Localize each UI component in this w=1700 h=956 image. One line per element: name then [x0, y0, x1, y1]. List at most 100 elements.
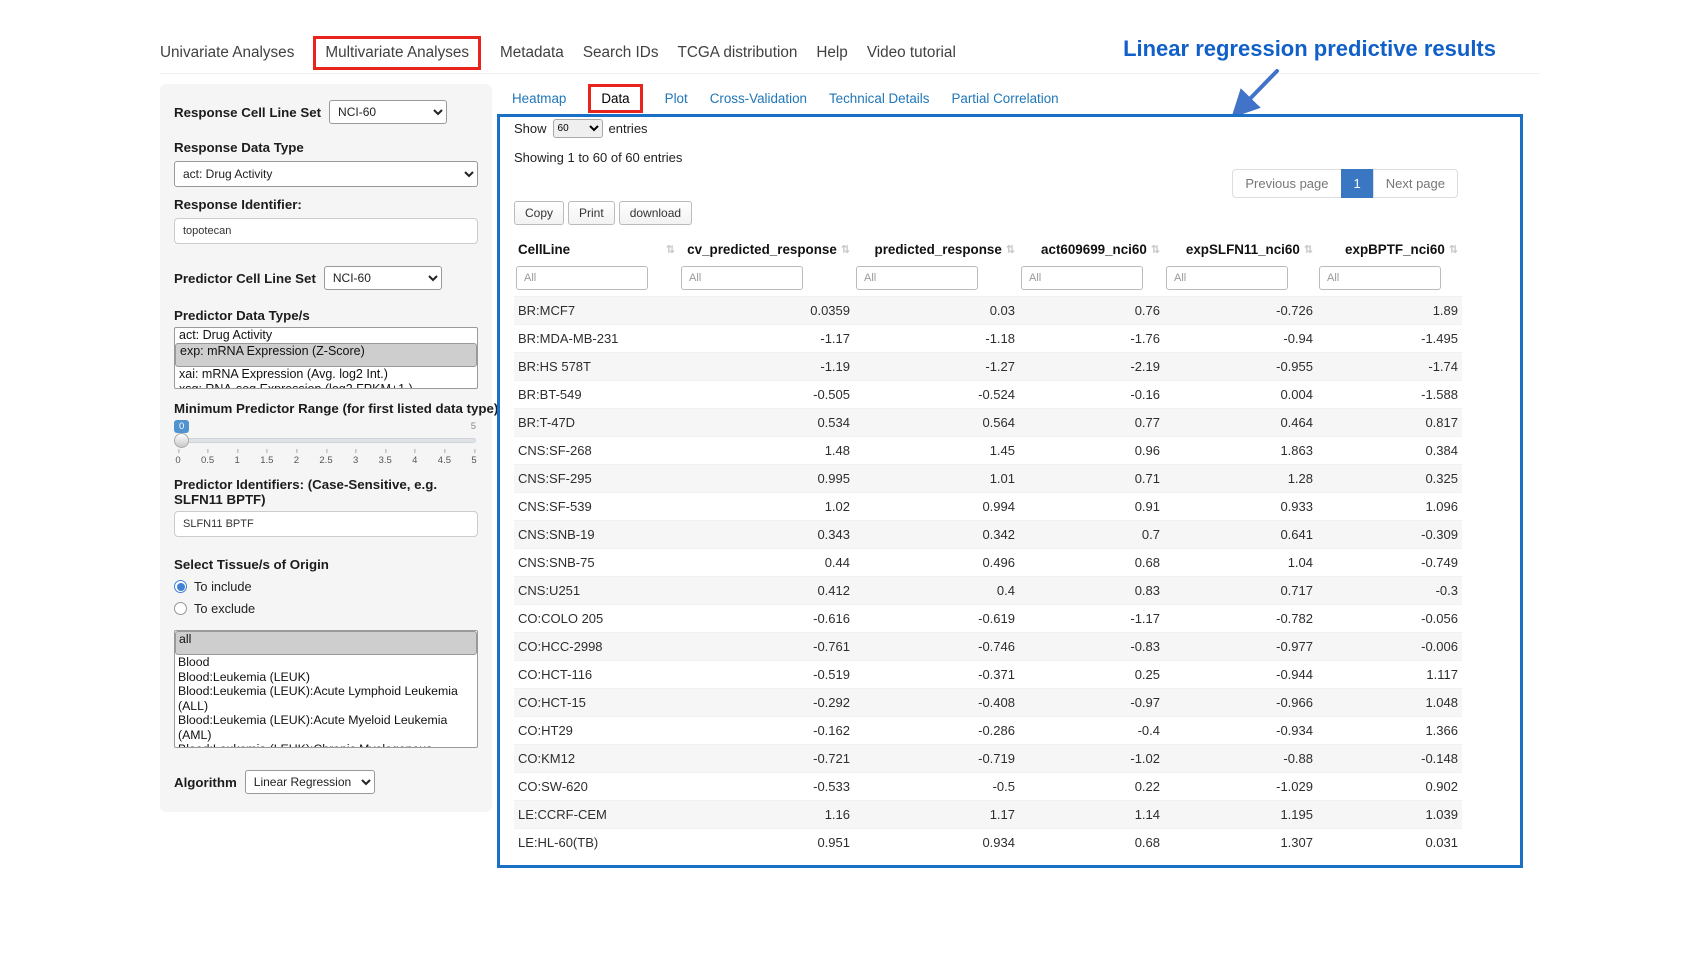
value-cell: 0.995 [679, 465, 854, 493]
value-cell: -0.966 [1164, 689, 1317, 717]
export-buttons: Copy Print download [514, 201, 1506, 225]
tissue-exclude-option[interactable]: To exclude [174, 601, 478, 616]
listbox-option-blood[interactable]: Blood [175, 655, 477, 670]
listbox-option-exp-mrna-expression-z-score[interactable]: exp: mRNA Expression (Z-Score) [175, 343, 477, 367]
algorithm-select[interactable]: Linear Regression [245, 770, 375, 794]
value-cell: -1.17 [1019, 605, 1164, 633]
nav-item-univariate-analyses[interactable]: Univariate Analyses [160, 44, 294, 62]
tab-heatmap[interactable]: Heatmap [512, 91, 566, 106]
tab-cross-validation[interactable]: Cross-Validation [710, 91, 807, 106]
value-cell: -0.616 [679, 605, 854, 633]
sort-icon[interactable]: ⇅ [1151, 243, 1160, 256]
filter-cell [1317, 264, 1462, 297]
column-filter-predicted-response[interactable] [856, 266, 978, 290]
previous-page-button[interactable]: Previous page [1232, 169, 1341, 198]
column-header-act609699-nci60[interactable]: act609699_nci60 ⇅ [1019, 235, 1164, 264]
predictor-cell-line-set-select[interactable]: NCI-60 [324, 266, 442, 290]
download-button[interactable]: download [619, 201, 692, 225]
value-cell: -0.3 [1317, 577, 1462, 605]
column-header-cellline[interactable]: CellLine⇅ [514, 235, 679, 264]
print-button[interactable]: Print [568, 201, 615, 225]
column-filter-act609699-nci60[interactable] [1021, 266, 1143, 290]
slider-handle[interactable] [174, 433, 189, 448]
value-cell: 1.048 [1317, 689, 1462, 717]
value-cell: -0.944 [1164, 661, 1317, 689]
sort-icon[interactable]: ⇅ [666, 243, 675, 256]
listbox-option-act-drug-activity[interactable]: act: Drug Activity [175, 328, 477, 343]
column-filter-cv-predicted-response[interactable] [681, 266, 803, 290]
predictor-identifiers-input[interactable] [174, 511, 478, 537]
sort-icon[interactable]: ⇅ [1449, 243, 1458, 256]
page-number-button[interactable]: 1 [1341, 169, 1374, 198]
copy-button[interactable]: Copy [514, 201, 564, 225]
page-length-select[interactable]: 60 [553, 119, 603, 138]
sort-icon[interactable]: ⇅ [1304, 243, 1313, 256]
value-cell: -0.524 [854, 381, 1019, 409]
value-cell: 0.68 [1019, 829, 1164, 857]
column-header-expbptf-nci60[interactable]: expBPTF_nci60⇅ [1317, 235, 1462, 264]
value-cell: 0.412 [679, 577, 854, 605]
response-identifier-input[interactable] [174, 218, 478, 244]
value-cell: 0.004 [1164, 381, 1317, 409]
listbox-option-xai-mrna-expression-avg-log2-int[interactable]: xai: mRNA Expression (Avg. log2 Int.) [175, 367, 477, 382]
min-predictor-range-slider[interactable]: 0 5 00.511.522.533.544.55 [174, 420, 478, 465]
table-row: CNS:SNB-750.440.4960.681.04-0.749 [514, 549, 1462, 577]
table-row: CO:HCT-116-0.519-0.3710.25-0.9441.117 [514, 661, 1462, 689]
slider-track[interactable] [176, 438, 476, 443]
column-header-cv-predicted-response[interactable]: cv_predicted_response⇅ [679, 235, 854, 264]
next-page-button[interactable]: Next page [1373, 169, 1458, 198]
tab-plot[interactable]: Plot [665, 91, 688, 106]
value-cell: 0.71 [1019, 465, 1164, 493]
tab-technical-details[interactable]: Technical Details [829, 91, 929, 106]
value-cell: -0.309 [1317, 521, 1462, 549]
filter-cell [679, 264, 854, 297]
value-cell: 0.534 [679, 409, 854, 437]
nav-item-video-tutorial[interactable]: Video tutorial [867, 44, 956, 62]
table-row: BR:BT-549-0.505-0.524-0.160.004-1.588 [514, 381, 1462, 409]
listbox-option-all[interactable]: all [175, 631, 477, 655]
nav-item-search-ids[interactable]: Search IDs [583, 44, 659, 62]
include-label: To include [194, 579, 252, 594]
response-data-type-select[interactable]: act: Drug Activity [174, 161, 478, 187]
tissue-include-option[interactable]: To include [174, 579, 478, 594]
top-nav: Univariate Analyses Multivariate Analyses… [160, 36, 956, 70]
table-body: BR:MCF70.03590.030.76-0.7261.89BR:MDA-MB… [514, 297, 1462, 857]
column-label: act609699_nci60 [1041, 242, 1147, 257]
column-filter-expbptf-nci60[interactable] [1319, 266, 1441, 290]
listbox-option-blood-leukemia-leuk-acute-lymphoid-leuke[interactable]: Blood:Leukemia (LEUK):Acute Lymphoid Leu… [175, 684, 477, 713]
column-header-expslfn11-nci60[interactable]: expSLFN11_nci60⇅ [1164, 235, 1317, 264]
value-cell: 1.48 [679, 437, 854, 465]
listbox-option-xsq-rna-seq-expression-log2-fpkm-1[interactable]: xsq: RNA-seq Expression (log2 FPKM+1.) [175, 382, 477, 389]
table-row: CNS:SF-5391.020.9940.910.9331.096 [514, 493, 1462, 521]
value-cell: 1.195 [1164, 801, 1317, 829]
value-cell: 0.717 [1164, 577, 1317, 605]
value-cell: -0.619 [854, 605, 1019, 633]
listbox-option-blood-leukemia-leuk[interactable]: Blood:Leukemia (LEUK) [175, 670, 477, 685]
sort-icon[interactable]: ⇅ [841, 243, 850, 256]
value-cell: -0.761 [679, 633, 854, 661]
radio-checked-icon[interactable] [174, 580, 187, 593]
table-row: CO:COLO 205-0.616-0.619-1.17-0.782-0.056 [514, 605, 1462, 633]
column-header-predicted-response[interactable]: predicted_response⇅ [854, 235, 1019, 264]
sort-icon[interactable]: ⇅ [1006, 243, 1015, 256]
listbox-option-blood-leukemia-leuk-acute-myeloid-leukem[interactable]: Blood:Leukemia (LEUK):Acute Myeloid Leuk… [175, 713, 477, 742]
value-cell: 0.951 [679, 829, 854, 857]
listbox-option-blood-leukemia-leuk-chronic-myelogenous-[interactable]: Blood:Leukemia (LEUK):Chronic Myelogenou… [175, 742, 477, 748]
response-cell-line-set-select[interactable]: NCI-60 [329, 100, 447, 124]
table-row: CO:HCT-15-0.292-0.408-0.97-0.9661.048 [514, 689, 1462, 717]
nav-item-tcga-distribution[interactable]: TCGA distribution [677, 44, 797, 62]
radio-unchecked-icon[interactable] [174, 602, 187, 615]
tab-partial-correlation[interactable]: Partial Correlation [951, 91, 1058, 106]
tab-data[interactable]: Data [588, 84, 642, 113]
nav-item-help[interactable]: Help [816, 44, 847, 62]
column-filter-cellline[interactable] [516, 266, 648, 290]
nav-divider [160, 73, 1540, 74]
value-cell: 0.031 [1317, 829, 1462, 857]
column-filter-expslfn11-nci60[interactable] [1166, 266, 1288, 290]
table-row: CO:SW-620-0.533-0.50.22-1.0290.902 [514, 773, 1462, 801]
value-cell: 0.496 [854, 549, 1019, 577]
nav-item-multivariate-analyses[interactable]: Multivariate Analyses [313, 36, 481, 70]
tissue-origin-label: Select Tissue/s of Origin [174, 557, 478, 572]
exclude-label: To exclude [194, 601, 255, 616]
nav-item-metadata[interactable]: Metadata [500, 44, 564, 62]
